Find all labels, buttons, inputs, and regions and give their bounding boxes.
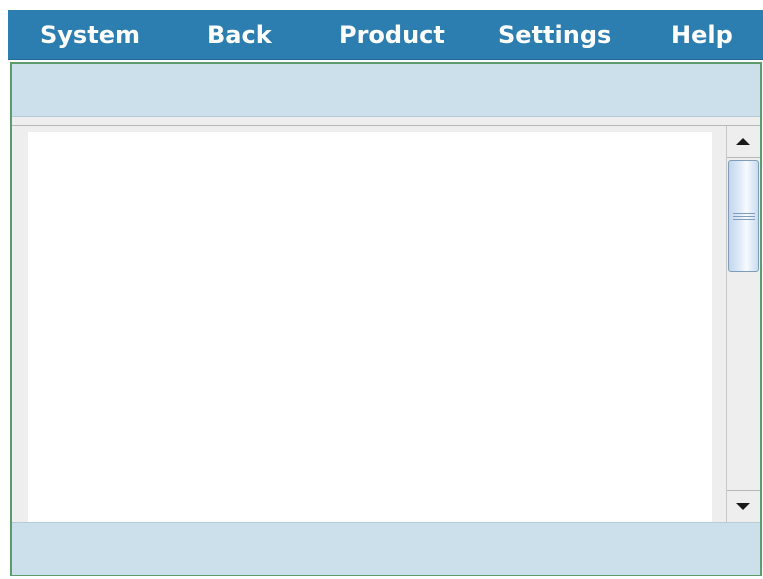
application-window: System Back Product Settings Help bbox=[0, 0, 763, 579]
menu-product[interactable]: Product bbox=[339, 10, 445, 60]
scroll-down-button[interactable] bbox=[727, 490, 760, 522]
vertical-scrollbar[interactable] bbox=[726, 126, 760, 522]
scroll-up-arrow-icon bbox=[736, 138, 750, 145]
menu-bar: System Back Product Settings Help bbox=[8, 10, 763, 60]
scrollbar-thumb[interactable] bbox=[728, 160, 759, 272]
top-panel bbox=[12, 64, 760, 117]
scroll-pane bbox=[12, 125, 760, 522]
thumb-grip-line bbox=[733, 216, 755, 217]
menu-settings[interactable]: Settings bbox=[498, 10, 611, 60]
thumb-grip-line bbox=[733, 219, 755, 220]
thumb-grip-line bbox=[733, 213, 755, 214]
menu-system[interactable]: System bbox=[40, 10, 140, 60]
menu-help[interactable]: Help bbox=[671, 10, 733, 60]
main-frame bbox=[10, 62, 762, 576]
scroll-down-arrow-icon bbox=[736, 503, 750, 510]
bottom-panel bbox=[12, 522, 760, 575]
scroll-up-button[interactable] bbox=[727, 126, 760, 158]
menu-back[interactable]: Back bbox=[207, 10, 272, 60]
content-area[interactable] bbox=[28, 132, 712, 522]
